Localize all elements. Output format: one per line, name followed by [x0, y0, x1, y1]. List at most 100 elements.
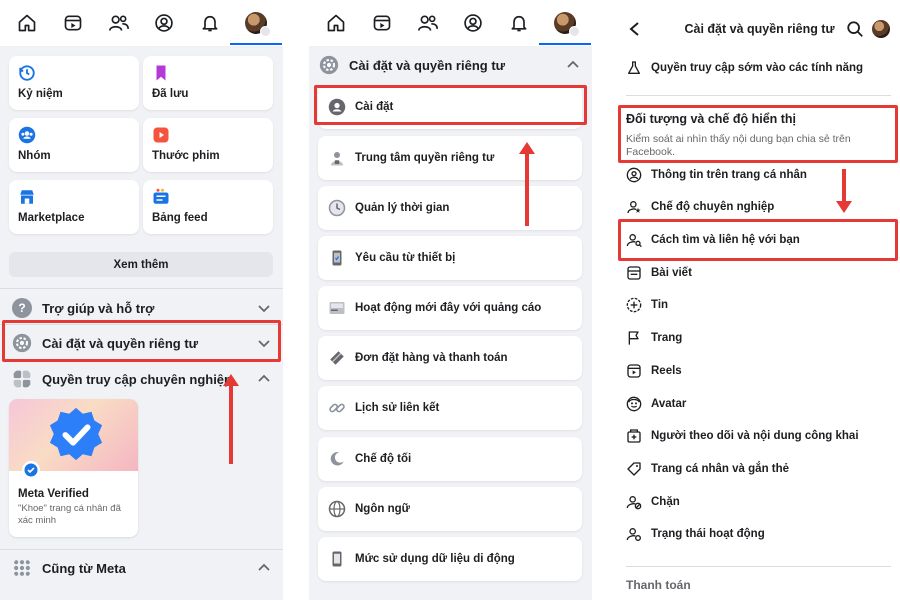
- section-description: Kiểm soát ai nhìn thấy nội dung bạn chia…: [626, 133, 851, 158]
- settings-user-icon: [328, 98, 346, 116]
- row-label: Tin: [651, 299, 669, 311]
- tab-friends[interactable]: [101, 5, 137, 41]
- shortcut-reels[interactable]: Thước phim: [143, 118, 273, 172]
- active-status-icon: [626, 528, 641, 541]
- clock-icon: [328, 199, 346, 217]
- stories-row[interactable]: Tin: [617, 290, 900, 320]
- item-label: Đơn đặt hàng và thanh toán: [355, 352, 508, 364]
- shortcut-saved[interactable]: Đã lưu: [143, 56, 273, 110]
- chevron-down-icon: [258, 340, 270, 348]
- see-more-button[interactable]: Xem thêm: [9, 252, 273, 277]
- tab-notifications[interactable]: [501, 5, 537, 41]
- early-access-row[interactable]: Quyền truy cập sớm vào các tính năng: [617, 53, 900, 83]
- red-arrow-down-icon: [836, 169, 852, 213]
- avatar-icon: [626, 396, 642, 412]
- device-requests-item[interactable]: Yêu cầu từ thiết bị: [318, 236, 582, 280]
- mobile-data-item[interactable]: Mức sử dụng dữ liệu di động: [318, 537, 582, 581]
- professional-mode-row[interactable]: Chế độ chuyên nghiệp: [617, 192, 900, 222]
- posts-row[interactable]: Bài viết: [617, 258, 900, 288]
- chevron-down-icon: [258, 305, 270, 313]
- moon-icon: [330, 452, 344, 466]
- professional-icon: [627, 201, 641, 214]
- ads-activity-item[interactable]: Hoạt động mới đây với quảng cáo: [318, 286, 582, 330]
- red-arrow-up-icon: [223, 374, 239, 464]
- item-label: Trung tâm quyền riêng tư: [355, 152, 495, 164]
- saved-icon: [156, 65, 166, 81]
- promo-subtitle: "Khoe" trang cá nhân đã xác minh: [18, 503, 121, 526]
- tab-home[interactable]: [9, 5, 45, 41]
- also-from-meta-label: Cũng từ Meta: [42, 560, 126, 576]
- row-label: Thông tin trên trang cá nhân: [651, 169, 807, 181]
- red-arrow-up-icon: [519, 142, 535, 226]
- followers-icon: [627, 429, 641, 443]
- section-title: Đối tượng và chế độ hiển thị: [626, 112, 797, 126]
- pages-row[interactable]: Trang: [617, 323, 900, 353]
- language-item[interactable]: Ngôn ngữ: [318, 487, 582, 531]
- flag-icon: [628, 331, 639, 345]
- shortcut-feeds[interactable]: Bảng feed: [143, 180, 273, 234]
- tab-profile[interactable]: [146, 5, 182, 41]
- tab-profile[interactable]: [455, 5, 491, 41]
- header-label: Cài đặt và quyền riêng tư: [349, 57, 506, 73]
- settings-privacy-header[interactable]: Cài đặt và quyền riêng tư: [309, 46, 592, 84]
- back-arrow-icon[interactable]: [627, 21, 643, 37]
- item-label: Quản lý thời gian: [355, 202, 450, 214]
- avatar[interactable]: [872, 20, 890, 38]
- tab-friends[interactable]: [410, 5, 446, 41]
- settings-privacy-row[interactable]: Cài đặt và quyền riêng tư: [0, 326, 283, 360]
- avatar-row[interactable]: Avatar: [617, 389, 900, 419]
- item-label: Mức sử dụng dữ liệu di động: [355, 553, 515, 565]
- row-label: Cách tìm và liên hệ với bạn: [651, 234, 800, 246]
- menu-icon: [260, 26, 272, 37]
- pro-access-row[interactable]: Quyền truy cập chuyên nghiệp: [0, 362, 283, 396]
- shortcut-marketplace[interactable]: Marketplace: [9, 180, 139, 234]
- row-label: Avatar: [651, 398, 687, 410]
- find-contact-row[interactable]: Cách tìm và liên hệ với bạn: [617, 225, 900, 255]
- posts-icon: [627, 266, 641, 280]
- item-label: Hoạt động mới đây với quảng cáo: [355, 302, 542, 314]
- chevron-up-icon: [258, 374, 270, 382]
- ads-activity-icon: [329, 302, 345, 314]
- row-label: Trang cá nhân và gắn thẻ: [651, 463, 790, 475]
- header-bar: Cài đặt và quyền riêng tư: [617, 0, 900, 58]
- profile-info-row[interactable]: Thông tin trên trang cá nhân: [617, 160, 900, 190]
- shortcut-groups[interactable]: Nhóm: [9, 118, 139, 172]
- tab-notifications[interactable]: [192, 5, 228, 41]
- dark-mode-item[interactable]: Chế độ tối: [318, 437, 582, 481]
- settings-item[interactable]: Cài đặt: [318, 85, 582, 129]
- apps-grid-icon: [14, 560, 30, 576]
- privacy-center-item[interactable]: Trung tâm quyền riêng tư: [318, 136, 582, 180]
- settings-detail-panel: Cài đặt và quyền riêng tư Quyền truy cập…: [617, 0, 900, 600]
- link-history-item[interactable]: Lịch sử liên kết: [318, 386, 582, 430]
- avatar: [245, 12, 272, 37]
- time-management-item[interactable]: Quản lý thời gian: [318, 186, 582, 230]
- meta-verified-card[interactable]: Meta Verified "Khoe" trang cá nhân đã xá…: [9, 399, 138, 537]
- followers-row[interactable]: Người theo dõi và nội dung công khai: [617, 421, 900, 451]
- gear-icon: [319, 55, 339, 75]
- blocking-row[interactable]: Chặn: [617, 487, 900, 517]
- groups-icon: [18, 126, 36, 144]
- find-contact-icon: [626, 234, 642, 248]
- payment-icon: [330, 351, 344, 365]
- avatar: [554, 12, 581, 37]
- tab-video[interactable]: [55, 5, 91, 41]
- tab-menu[interactable]: [539, 5, 592, 45]
- tab-home[interactable]: [318, 5, 354, 41]
- video-icon: [373, 15, 391, 31]
- page-title: Cài đặt và quyền riêng tư: [684, 22, 835, 36]
- profile-info-icon: [626, 167, 642, 183]
- top-navigation: [0, 0, 283, 46]
- tab-menu[interactable]: [230, 5, 283, 45]
- tab-video[interactable]: [364, 5, 400, 41]
- memories-icon: [19, 65, 35, 81]
- active-status-row[interactable]: Trạng thái hoạt động: [617, 519, 900, 549]
- profile-tagging-row[interactable]: Trang cá nhân và gắn thẻ: [617, 454, 900, 484]
- also-from-meta-row[interactable]: Cũng từ Meta: [0, 551, 283, 585]
- reels-row[interactable]: Reels: [617, 356, 900, 386]
- orders-payments-item[interactable]: Đơn đặt hàng và thanh toán: [318, 336, 582, 380]
- search-icon[interactable]: [846, 20, 864, 38]
- help-support-row[interactable]: ? Trợ giúp và hỗ trợ: [0, 291, 283, 325]
- friends-icon: [108, 15, 129, 31]
- top-navigation: [309, 0, 592, 46]
- shortcut-memories[interactable]: Kỷ niệm: [9, 56, 139, 110]
